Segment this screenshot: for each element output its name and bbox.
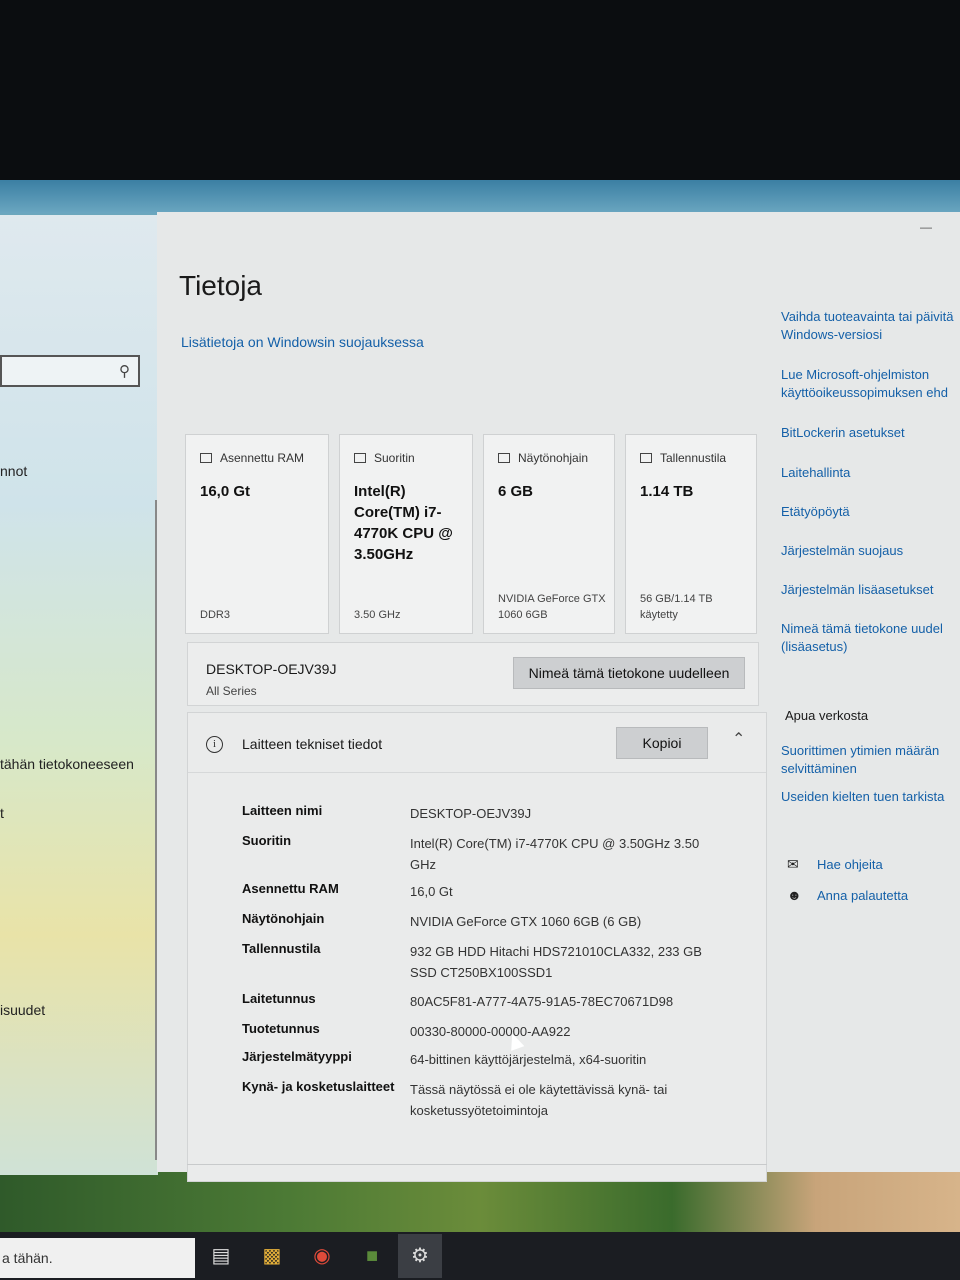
help-heading: Apua verkosta xyxy=(785,708,869,723)
spec-label: Kynä- ja kosketuslaitteet xyxy=(242,1079,395,1094)
taskbar: a tähän. ▤ ▩ ◉ ■ ⚙ xyxy=(0,1232,960,1280)
spec-label: Asennettu RAM xyxy=(242,881,339,896)
feedback-icon: ☻ xyxy=(787,887,802,903)
settings-search-input[interactable]: ⚲ xyxy=(0,355,140,387)
spec-label: Laitteen nimi xyxy=(242,803,323,818)
device-specs-header[interactable]: i Laitteen tekniset tiedot Kopioi ⌃ xyxy=(188,713,766,773)
copy-button[interactable]: Kopioi xyxy=(616,727,708,759)
card-heading: Tallennustila xyxy=(660,451,727,465)
pc-series: All Series xyxy=(206,684,257,698)
cpu-cores-link[interactable]: Suorittimen ytimien määrän selvittäminen xyxy=(781,742,960,778)
spec-label: Tallennustila xyxy=(242,941,321,956)
monitor-bezel-top xyxy=(0,0,960,180)
storage-icon xyxy=(640,453,652,463)
language-support-link[interactable]: Useiden kielten tuen tarkista xyxy=(781,788,944,806)
card-value: 6 GB xyxy=(498,483,534,500)
advanced-settings-link[interactable]: Järjestelmän lisäasetukset xyxy=(781,581,933,599)
gpu-icon xyxy=(498,453,510,463)
cpu-card: Suoritin Intel(R) Core(TM) i7-4770K CPU … xyxy=(339,434,473,634)
bitlocker-link[interactable]: BitLockerin asetukset xyxy=(781,424,905,442)
rename-advanced-link[interactable]: Nimeä tämä tietokone uudel (lisäasetus) xyxy=(781,620,960,656)
spec-value: Tässä näytössä ei ole käytettävissä kynä… xyxy=(410,1082,668,1118)
spec-label: Laitetunnus xyxy=(242,991,316,1006)
task-view-icon[interactable]: ▤ xyxy=(205,1240,237,1272)
rename-pc-button[interactable]: Nimeä tämä tietokone uudelleen xyxy=(513,657,745,689)
spec-value: 932 GB HDD Hitachi HDS721010CLA332, 233 … xyxy=(410,944,702,980)
chrome-icon[interactable]: ◉ xyxy=(306,1240,338,1272)
card-heading: Suoritin xyxy=(374,451,415,465)
spec-value: 80AC5F81-A777-4A75-91A5-78EC70671D98 xyxy=(410,994,674,1009)
card-value: 1.14 TB xyxy=(640,483,694,500)
card-heading: Asennettu RAM xyxy=(220,451,305,465)
remote-desktop-link[interactable]: Etätyöpöytä xyxy=(781,503,850,521)
card-foot: 56 GB/1.14 TB käytetty xyxy=(640,593,713,621)
spec-label: Tuotetunnus xyxy=(242,1021,320,1036)
window-edge-mark: — xyxy=(920,220,932,234)
nav-item[interactable]: t xyxy=(0,805,4,821)
settings-nav-pane: ⚲ nnot tähän tietokoneeseen t isuudet xyxy=(0,215,158,1175)
get-help-link[interactable]: Hae ohjeita xyxy=(817,856,883,874)
card-value: Intel(R) Core(TM) i7-4770K CPU @ 3.50GHz xyxy=(354,483,453,563)
spec-value: NVIDIA GeForce GTX 1060 6GB (6 GB) xyxy=(410,914,642,929)
card-heading: Näytönohjain xyxy=(518,451,589,465)
minecraft-icon[interactable]: ■ xyxy=(356,1240,388,1272)
ram-icon xyxy=(200,453,212,463)
spec-value: 16,0 Gt xyxy=(410,884,453,899)
cpu-icon xyxy=(354,453,366,463)
ram-card: Asennettu RAM 16,0 Gt DDR3 xyxy=(185,434,329,634)
security-link[interactable]: Lisätietoja on Windowsin suojauksessa xyxy=(181,334,424,350)
spec-label: Järjestelmätyyppi xyxy=(242,1049,352,1064)
spec-value: 00330-80000-00000-AA922 xyxy=(410,1024,571,1039)
device-specs-title: Laitteen tekniset tiedot xyxy=(242,736,383,752)
device-specs-panel: i Laitteen tekniset tiedot Kopioi ⌃ Lait… xyxy=(187,712,767,1182)
feedback-link[interactable]: Anna palautetta xyxy=(817,887,908,905)
page-title: Tietoja xyxy=(179,270,263,301)
settings-gear-icon[interactable]: ⚙ xyxy=(398,1234,442,1278)
change-product-key-link[interactable]: Vaihda tuoteavainta tai päivitä Windows-… xyxy=(781,308,960,344)
info-icon: i xyxy=(206,736,223,753)
nav-item[interactable]: tähän tietokoneeseen xyxy=(0,756,134,772)
nav-item[interactable]: isuudet xyxy=(0,1002,45,1018)
pc-name-bar: DESKTOP-OEJV39J All Series Nimeä tämä ti… xyxy=(187,642,759,706)
device-manager-link[interactable]: Laitehallinta xyxy=(781,464,850,482)
nav-item[interactable]: nnot xyxy=(0,463,27,479)
spec-value: 64-bittinen käyttöjärjestelmä, x64-suori… xyxy=(410,1052,647,1067)
card-foot: DDR3 xyxy=(200,609,230,621)
gpu-card: Näytönohjain 6 GB NVIDIA GeForce GTX 106… xyxy=(483,434,615,634)
card-value: 16,0 Gt xyxy=(200,483,251,500)
about-page: — Tietoja Lisätietoja on Windowsin suoja… xyxy=(157,212,960,1182)
chevron-up-icon[interactable]: ⌃ xyxy=(732,729,745,749)
license-terms-link[interactable]: Lue Microsoft-ohjelmiston käyttöoikeusso… xyxy=(781,366,960,402)
next-section-divider xyxy=(187,1164,767,1178)
taskbar-search-input[interactable]: a tähän. xyxy=(0,1238,195,1278)
card-foot: 3.50 GHz xyxy=(354,609,401,621)
taskbar-search-placeholder: a tähän. xyxy=(2,1250,53,1266)
pc-name: DESKTOP-OEJV39J xyxy=(206,661,337,677)
desktop-screen: ⚲ nnot tähän tietokoneeseen t isuudet — … xyxy=(0,180,960,1280)
storage-card: Tallennustila 1.14 TB 56 GB/1.14 TB käyt… xyxy=(625,434,757,634)
system-protection-link[interactable]: Järjestelmän suojaus xyxy=(781,542,903,560)
search-icon: ⚲ xyxy=(119,363,130,380)
card-foot: NVIDIA GeForce GTX 1060 6GB xyxy=(498,593,606,621)
spec-value: Intel(R) Core(TM) i7-4770K CPU @ 3.50GHz… xyxy=(410,836,700,872)
spec-label: Suoritin xyxy=(242,833,292,848)
file-explorer-icon[interactable]: ▩ xyxy=(256,1240,288,1272)
spec-value: DESKTOP-OEJV39J xyxy=(410,806,532,821)
spec-label: Näytönohjain xyxy=(242,911,325,926)
help-icon: ✉ xyxy=(787,856,799,872)
